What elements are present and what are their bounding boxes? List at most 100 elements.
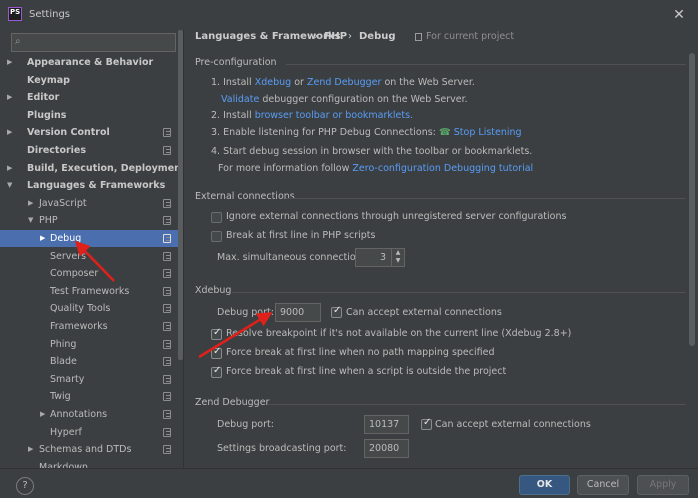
ok-button[interactable]: OK <box>519 475 570 495</box>
chevron-down-icon[interactable]: ▼ <box>28 212 38 229</box>
sidebar-item-servers[interactable]: Servers <box>0 248 178 265</box>
zend-port-input[interactable] <box>365 416 408 433</box>
chevron-right-icon[interactable]: ▶ <box>40 406 50 423</box>
sidebar-item-frameworks[interactable]: Frameworks <box>0 318 178 335</box>
chevron-right-icon[interactable]: ▶ <box>40 230 50 247</box>
chevron-right-icon[interactable]: ▶ <box>28 195 38 212</box>
sidebar-item-phing[interactable]: Phing <box>0 336 178 353</box>
force-break-path-label: Force break at first line when no path m… <box>226 347 495 358</box>
zend-debugger-link[interactable]: Zend Debugger <box>307 77 381 88</box>
step-1-text: 1. Install Xdebug or Zend Debugger on th… <box>211 77 475 88</box>
chevron-right-icon[interactable]: ▶ <box>7 54 17 71</box>
title-bar: PS Settings ✕ <box>0 0 698 30</box>
sidebar-item-markdown[interactable]: Markdown <box>0 459 178 468</box>
xdebug-accept-checkbox[interactable] <box>331 305 342 318</box>
broadcast-port-field[interactable] <box>364 439 409 458</box>
settings-search[interactable]: ⌕ <box>11 33 176 52</box>
sidebar-item-build-execution-deployment[interactable]: ▶ Build, Execution, Deployment <box>0 160 183 177</box>
resolve-breakpoint-checkbox[interactable] <box>211 327 222 340</box>
sidebar-item-label: Quality Tools <box>50 303 111 315</box>
breadcrumb-item-debug: Debug <box>359 31 396 42</box>
step-1b-text: Validate debugger configuration on the W… <box>221 94 468 105</box>
zend-port-field[interactable] <box>364 415 409 434</box>
sidebar-item-smarty[interactable]: Smarty <box>0 371 178 388</box>
xdebug-port-field[interactable] <box>275 303 321 322</box>
sidebar-item-label: Frameworks <box>50 321 108 332</box>
cancel-button[interactable]: Cancel <box>577 475 629 495</box>
project-scope-icon <box>415 33 422 41</box>
sidebar-item-label: Editor <box>27 92 60 104</box>
apply-button[interactable]: Apply <box>637 475 689 495</box>
help-button[interactable]: ? <box>16 477 34 495</box>
sidebar-item-hyperf[interactable]: Hyperf <box>0 424 178 441</box>
content-scrollbar[interactable] <box>689 53 695 346</box>
close-icon[interactable]: ✕ <box>667 4 691 26</box>
chevron-right-icon[interactable]: ▶ <box>7 160 17 177</box>
section-divider <box>267 404 686 405</box>
sidebar-item-annotations[interactable]: ▶ Annotations <box>0 406 178 423</box>
app-logo-icon: PS <box>8 7 22 21</box>
sidebar-item-languages-frameworks[interactable]: ▼ Languages & Frameworks <box>0 177 178 194</box>
sidebar-item-label: Composer <box>50 268 99 280</box>
break-first-line-label: Break at first line in PHP scripts <box>226 230 376 241</box>
sidebar-item-keymap[interactable]: Keymap <box>0 72 178 89</box>
breadcrumb: Languages & Frameworks › PHP › Debug For… <box>184 30 698 52</box>
sidebar-item-label: Version Control <box>27 127 110 139</box>
chevron-right-icon[interactable]: ▶ <box>28 441 38 458</box>
break-first-line-checkbox[interactable] <box>211 231 222 242</box>
ignore-external-checkbox[interactable] <box>211 212 222 223</box>
step-1-prefix: 1. Install <box>211 77 252 88</box>
sidebar-item-appearance-behavior[interactable]: ▶ Appearance & Behavior <box>0 54 178 71</box>
step-1-suffix: on the Web Server. <box>384 77 475 88</box>
sidebar-item-blade[interactable]: Blade <box>0 353 178 370</box>
zero-config-tutorial-link[interactable]: Zero-configuration Debugging tutorial <box>352 163 533 174</box>
zend-accept-checkbox[interactable] <box>421 417 432 430</box>
search-icon: ⌕ <box>15 36 21 47</box>
project-scope-icon <box>163 357 171 367</box>
search-input[interactable] <box>32 36 172 49</box>
stop-listening-link[interactable]: Stop Listening <box>454 127 522 138</box>
browser-toolbar-link[interactable]: browser toolbar or bookmarklets. <box>255 110 413 121</box>
xdebug-link[interactable]: Xdebug <box>255 77 291 88</box>
sidebar-item-test-frameworks[interactable]: Test Frameworks <box>0 283 178 300</box>
sidebar-item-label: Phing <box>50 338 77 350</box>
chevron-down-icon[interactable]: ▼ <box>7 177 17 194</box>
sidebar-item-quality-tools[interactable]: Quality Tools <box>0 300 178 317</box>
project-scope-icon <box>163 427 171 437</box>
broadcast-port-input[interactable] <box>365 440 408 457</box>
sidebar-item-label: PHP <box>39 215 58 227</box>
sidebar-item-plugins[interactable]: Plugins <box>0 107 178 124</box>
sidebar-item-label: Plugins <box>27 109 67 121</box>
sidebar-item-label: Appearance & Behavior <box>27 57 154 68</box>
breadcrumb-item-php: PHP <box>324 31 348 42</box>
panel-divider[interactable] <box>183 30 184 468</box>
sidebar-item-composer[interactable]: Composer <box>0 265 178 282</box>
project-scope-icon <box>163 234 171 243</box>
validate-link[interactable]: Validate <box>221 94 259 105</box>
chevron-right-icon[interactable]: ▶ <box>7 89 17 106</box>
breadcrumb-item-languages: Languages & Frameworks <box>195 31 341 42</box>
force-break-path-checkbox[interactable] <box>211 346 222 359</box>
sidebar-item-php[interactable]: ▼ PHP <box>0 212 178 229</box>
sidebar-item-javascript[interactable]: ▶ JavaScript <box>0 195 178 212</box>
breadcrumb-separator: › <box>348 31 352 42</box>
project-scope-icon <box>163 445 171 455</box>
force-break-outside-checkbox[interactable] <box>211 365 222 378</box>
sidebar-item-label: Build, Execution, Deployment <box>27 162 183 174</box>
force-break-outside-label: Force break at first line when a script … <box>226 366 507 377</box>
sidebar-item-twig[interactable]: Twig <box>0 388 178 405</box>
zend-debugger-title: Zend Debugger <box>195 397 270 408</box>
sidebar-item-schemas-and-dtds[interactable]: ▶ Schemas and DTDs <box>0 441 178 458</box>
xdebug-port-input[interactable] <box>276 304 320 321</box>
sidebar-item-debug[interactable]: ▶ Debug <box>0 230 178 247</box>
max-connections-spinner[interactable]: ▲▼ <box>355 248 405 267</box>
sidebar-item-version-control[interactable]: ▶ Version Control <box>0 124 178 141</box>
step-1-or: or <box>294 77 304 88</box>
sidebar-item-directories[interactable]: Directories <box>0 142 178 159</box>
sidebar-item-editor[interactable]: ▶ Editor <box>0 89 178 106</box>
spinner-arrows-icon[interactable]: ▲ ▼ <box>391 249 404 266</box>
chevron-right-icon[interactable]: ▶ <box>7 124 17 141</box>
zend-port-label: Debug port: <box>217 419 274 430</box>
project-scope-icon <box>163 146 171 155</box>
scope-label: For current project <box>426 31 515 42</box>
